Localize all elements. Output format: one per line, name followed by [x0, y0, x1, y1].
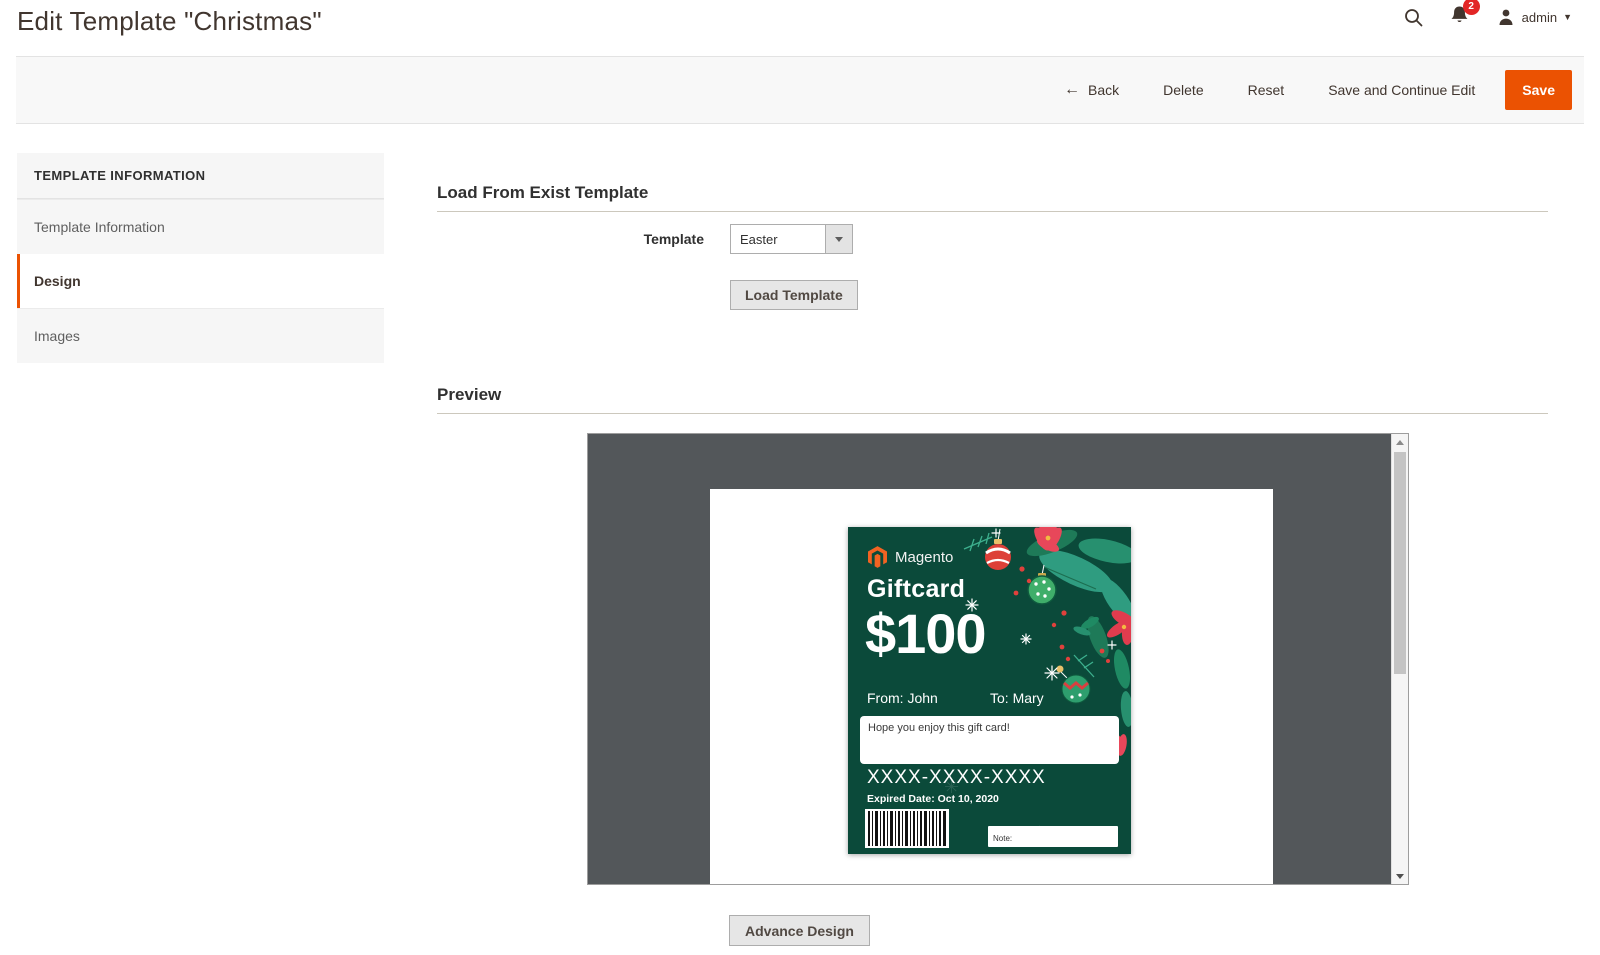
admin-username: admin	[1522, 10, 1557, 25]
giftcard-brand: Magento	[895, 549, 953, 566]
scroll-up-icon[interactable]	[1392, 434, 1408, 450]
giftcard-amount: $100	[865, 603, 986, 665]
magento-logo: Magento	[868, 546, 953, 568]
template-field-label: Template	[540, 231, 704, 247]
template-select-dropdown-button[interactable]	[825, 224, 853, 254]
giftcard-to: To: Mary	[990, 690, 1044, 706]
giftcard-code: XXXX-XXXX-XXXX	[867, 767, 1046, 789]
edit-template-page: Edit Template "Christmas" 2 admin ▼ ← Ba…	[0, 0, 1600, 955]
giftcard-from: From: John	[867, 690, 938, 706]
back-arrow-icon: ←	[1064, 82, 1080, 98]
notification-badge: 2	[1463, 0, 1480, 15]
chevron-down-icon: ▼	[1563, 12, 1572, 22]
scroll-down-icon[interactable]	[1392, 868, 1408, 884]
giftcard-barcode	[865, 809, 949, 848]
admin-menu[interactable]: admin ▼	[1496, 7, 1572, 27]
reset-button[interactable]: Reset	[1248, 82, 1285, 98]
sidebar-item-design[interactable]: Design	[17, 254, 384, 308]
giftcard-message-box: Hope you enjoy this gift card!	[860, 716, 1119, 764]
sidebar-item-template-information[interactable]: Template Information	[17, 199, 384, 254]
giftcard-title: Giftcard	[867, 575, 965, 604]
giftcard-note-box: Note:	[988, 826, 1118, 847]
page-title: Edit Template "Christmas"	[17, 6, 322, 37]
user-icon	[1496, 7, 1516, 27]
preview-section-divider	[437, 413, 1548, 414]
notifications-button[interactable]: 2	[1450, 5, 1470, 30]
template-sidebar: TEMPLATE INFORMATION Template Informatio…	[17, 153, 384, 363]
giftcard-preview: ✳ ✳ ✳ Magento Giftcard $100 From: John T…	[848, 527, 1131, 854]
preview-section-title: Preview	[437, 385, 501, 405]
advance-design-button[interactable]: Advance Design	[729, 915, 870, 946]
giftcard-note-label: Note:	[993, 834, 1012, 843]
load-section-divider	[437, 211, 1548, 212]
giftcard-message: Hope you enjoy this gift card!	[868, 722, 1111, 734]
back-button[interactable]: ← Back	[1064, 82, 1119, 98]
load-template-button[interactable]: Load Template	[730, 280, 858, 310]
header-actions: 2 admin ▼	[1404, 2, 1572, 32]
dropdown-caret-icon	[835, 237, 843, 242]
save-and-continue-button[interactable]: Save and Continue Edit	[1328, 82, 1475, 98]
sidebar-item-images[interactable]: Images	[17, 308, 384, 363]
action-toolbar: ← Back Delete Reset Save and Continue Ed…	[16, 56, 1584, 124]
magento-logo-icon	[868, 546, 887, 568]
load-section-title: Load From Exist Template	[437, 183, 648, 203]
preview-scrollbar[interactable]	[1391, 434, 1408, 884]
template-select[interactable]: Easter	[730, 224, 853, 254]
sidebar-header: TEMPLATE INFORMATION	[17, 153, 384, 199]
giftcard-expired-date: Expired Date: Oct 10, 2020	[867, 793, 999, 805]
search-icon[interactable]	[1404, 7, 1424, 27]
template-select-value: Easter	[730, 224, 825, 254]
preview-page: ✳ ✳ ✳ Magento Giftcard $100 From: John T…	[710, 489, 1273, 884]
preview-frame: ✳ ✳ ✳ Magento Giftcard $100 From: John T…	[587, 433, 1409, 885]
delete-button[interactable]: Delete	[1163, 82, 1203, 98]
save-button[interactable]: Save	[1505, 70, 1572, 110]
scrollbar-thumb[interactable]	[1394, 452, 1406, 674]
